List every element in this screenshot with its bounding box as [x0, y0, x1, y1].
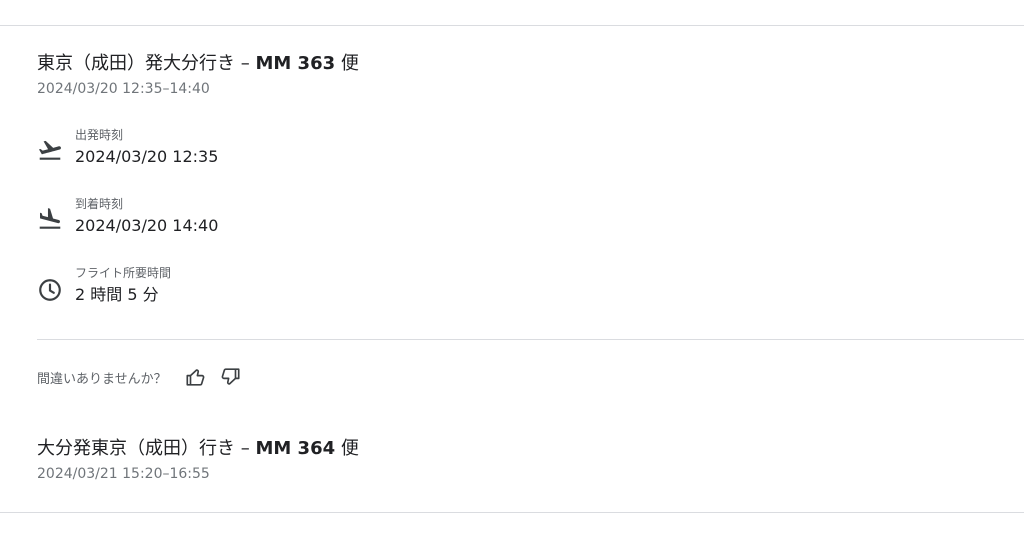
flight-1-title: 東京（成田）発大分行き – MM 363 便: [37, 52, 359, 76]
flight-2-suffix: 便: [340, 438, 359, 459]
flight-details-page: 東京（成田）発大分行き – MM 363 便 2024/03/20 12:35–…: [0, 0, 1024, 538]
thumbs-up-icon: [186, 369, 205, 386]
bottom-divider: [0, 512, 1024, 513]
clock-icon: [37, 277, 63, 303]
arrival-value: 2024/03/20 14:40: [75, 216, 219, 235]
flight-2-dash: –: [240, 438, 256, 459]
flight-1-suffix: 便: [340, 53, 359, 74]
flight-2-schedule: 2024/03/21 15:20–16:55: [37, 466, 210, 482]
thumbs-down-button[interactable]: [217, 365, 243, 389]
flight-1-number: MM 363: [255, 53, 336, 74]
thumbs-down-icon: [221, 368, 240, 385]
flight-1-schedule: 2024/03/20 12:35–14:40: [37, 81, 210, 97]
duration-value: 2 時間 5 分: [75, 285, 159, 304]
feedback-question: 間違いありませんか？: [37, 371, 167, 387]
flight-1-route: 東京（成田）発大分行き: [37, 53, 235, 74]
flight-2-route: 大分発東京（成田）行き: [37, 438, 235, 459]
section-divider: [37, 339, 1024, 340]
duration-label: フライト所要時間: [75, 266, 172, 280]
arrival-label: 到着時刻: [75, 197, 124, 211]
departure-label: 出発時刻: [75, 128, 124, 142]
flight-2-title: 大分発東京（成田）行き – MM 364 便: [37, 437, 359, 461]
flight-2-number: MM 364: [255, 438, 336, 459]
duration-detail: フライト所要時間 2 時間 5 分: [37, 265, 437, 313]
flight-takeoff-icon: [37, 137, 63, 163]
thumbs-up-button[interactable]: [183, 365, 209, 389]
departure-value: 2024/03/20 12:35: [75, 147, 219, 166]
top-divider: [0, 25, 1024, 26]
feedback-bar: 間違いありませんか？: [37, 365, 251, 389]
flight-land-icon: [37, 206, 63, 232]
flight-1-dash: –: [240, 53, 256, 74]
arrival-detail: 到着時刻 2024/03/20 14:40: [37, 196, 437, 244]
departure-detail: 出発時刻 2024/03/20 12:35: [37, 127, 437, 175]
